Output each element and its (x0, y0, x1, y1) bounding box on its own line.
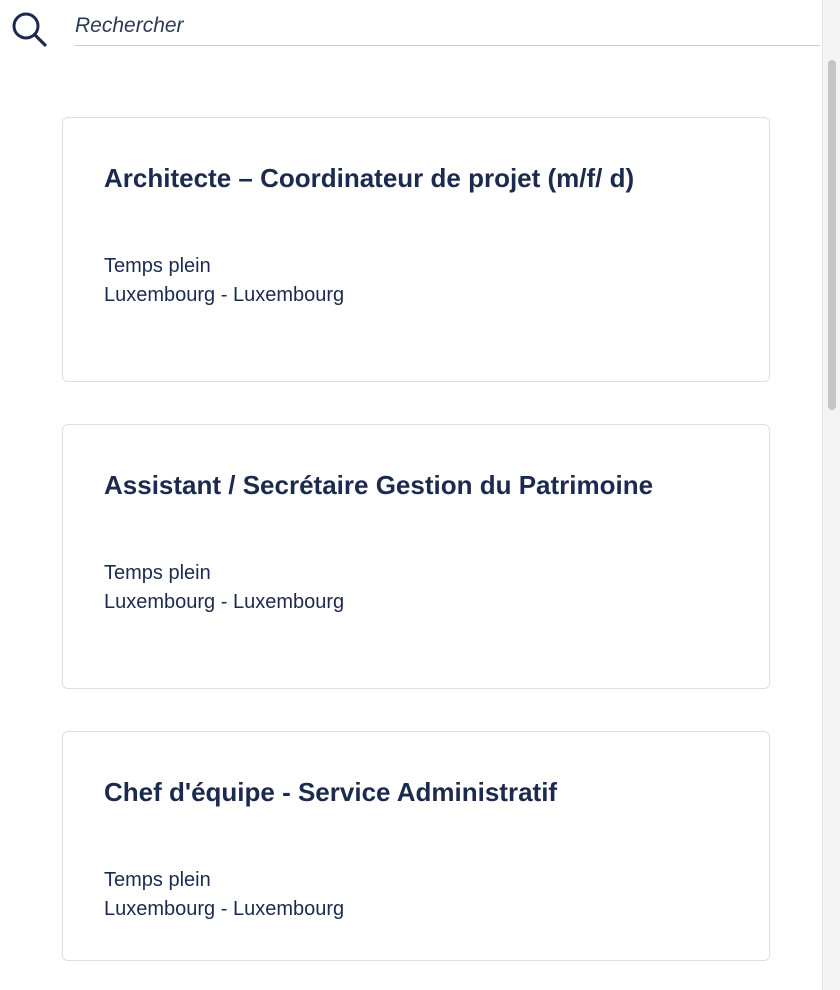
search-bar (0, 0, 822, 50)
job-type: Temps plein (104, 869, 211, 891)
job-meta: Temps plein Luxembourg - Luxembourg (104, 866, 729, 924)
job-location: Luxembourg - Luxembourg (104, 284, 345, 306)
scrollbar-thumb[interactable] (828, 60, 836, 410)
job-card[interactable]: Architecte – Coordinateur de projet (m/f… (62, 117, 770, 382)
job-card[interactable]: Chef d'équipe - Service Administratif Te… (62, 731, 770, 961)
search-input[interactable] (75, 6, 820, 46)
job-title[interactable]: Chef d'équipe - Service Administratif (104, 774, 729, 810)
job-location: Luxembourg - Luxembourg (104, 591, 345, 613)
job-location: Luxembourg - Luxembourg (104, 898, 345, 920)
job-type: Temps plein (104, 562, 211, 584)
job-meta: Temps plein Luxembourg - Luxembourg (104, 252, 729, 310)
job-meta: Temps plein Luxembourg - Luxembourg (104, 559, 729, 617)
job-title[interactable]: Architecte – Coordinateur de projet (m/f… (104, 160, 729, 196)
scrollbar[interactable] (822, 0, 840, 990)
job-listing-page: Architecte – Coordinateur de projet (m/f… (0, 0, 840, 990)
search-icon[interactable] (10, 10, 48, 48)
job-list: Architecte – Coordinateur de projet (m/f… (62, 117, 770, 990)
job-title[interactable]: Assistant / Secrétaire Gestion du Patrim… (104, 467, 729, 503)
job-card[interactable]: Assistant / Secrétaire Gestion du Patrim… (62, 424, 770, 689)
job-type: Temps plein (104, 255, 211, 277)
